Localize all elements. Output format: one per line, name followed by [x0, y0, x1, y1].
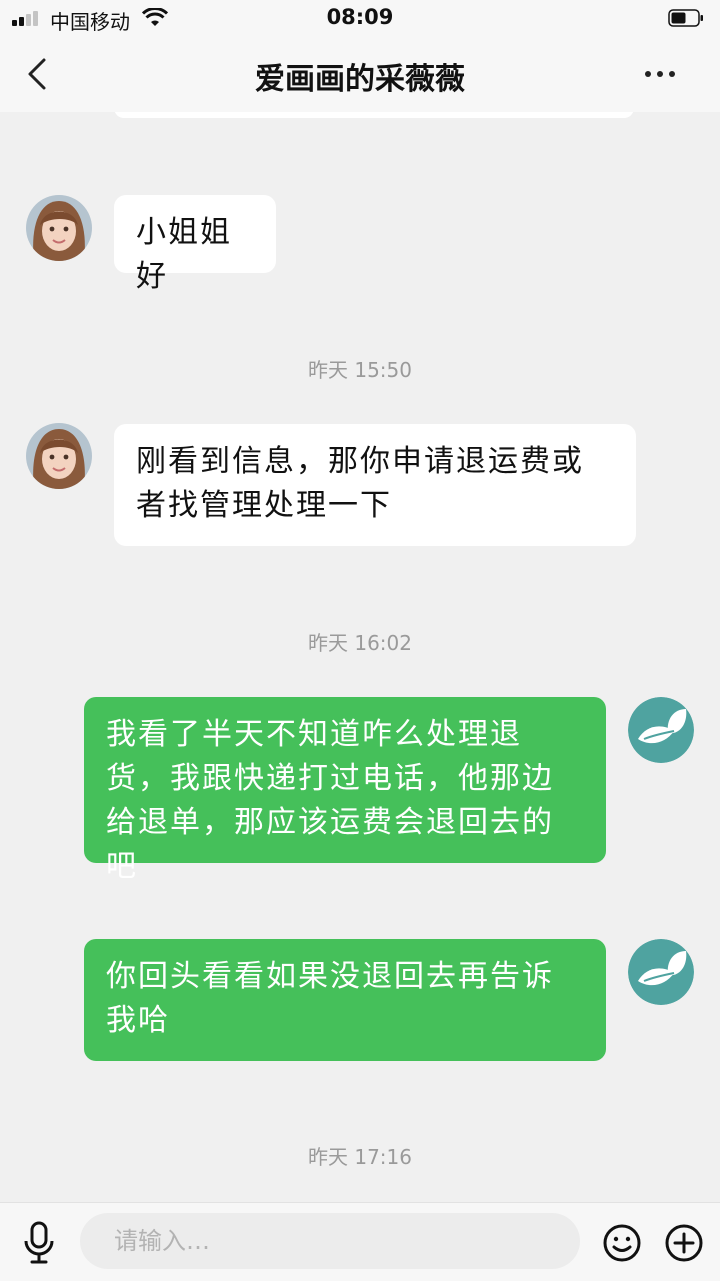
more-dots-icon[interactable]	[640, 64, 680, 84]
input-bar	[0, 1202, 720, 1281]
contact-avatar[interactable]	[26, 195, 92, 261]
plus-circle-icon[interactable]	[664, 1223, 704, 1263]
incoming-message-bubble[interactable]: 小姐姐好	[114, 195, 276, 294]
outgoing-message-bubble[interactable]: 我看了半天不知道咋么处理退货，我跟快递打过电话，他那边给退单，那应该运费会退回去…	[84, 697, 606, 884]
message-timestamp: 昨天 17:16	[308, 1145, 412, 1169]
battery-icon	[668, 9, 703, 27]
chat-title: 爱画画的采薇薇	[255, 62, 465, 97]
microphone-icon[interactable]	[22, 1221, 56, 1265]
message-timestamp: 昨天 15:50	[308, 358, 412, 382]
chat-header: 爱画画的采薇薇	[0, 36, 720, 112]
user-avatar[interactable]	[628, 939, 694, 1005]
message-list[interactable]: 小姐姐好 昨天 15:50 刚看到信息，那你申请退运费或者找管理处理一下 昨天 …	[0, 112, 720, 1202]
message-input[interactable]	[80, 1213, 580, 1269]
emoji-icon[interactable]	[602, 1223, 642, 1263]
user-avatar[interactable]	[628, 697, 694, 763]
status-bar: 中国移动 08:09	[0, 0, 720, 36]
clock-time: 08:09	[326, 5, 394, 29]
contact-avatar[interactable]	[26, 423, 92, 489]
outgoing-message-bubble[interactable]: 你回头看看如果没退回去再告诉我哈	[84, 939, 606, 1061]
previous-message-bubble	[114, 112, 634, 118]
message-timestamp: 昨天 16:02	[308, 631, 412, 655]
incoming-message-bubble[interactable]: 刚看到信息，那你申请退运费或者找管理处理一下	[114, 424, 636, 546]
